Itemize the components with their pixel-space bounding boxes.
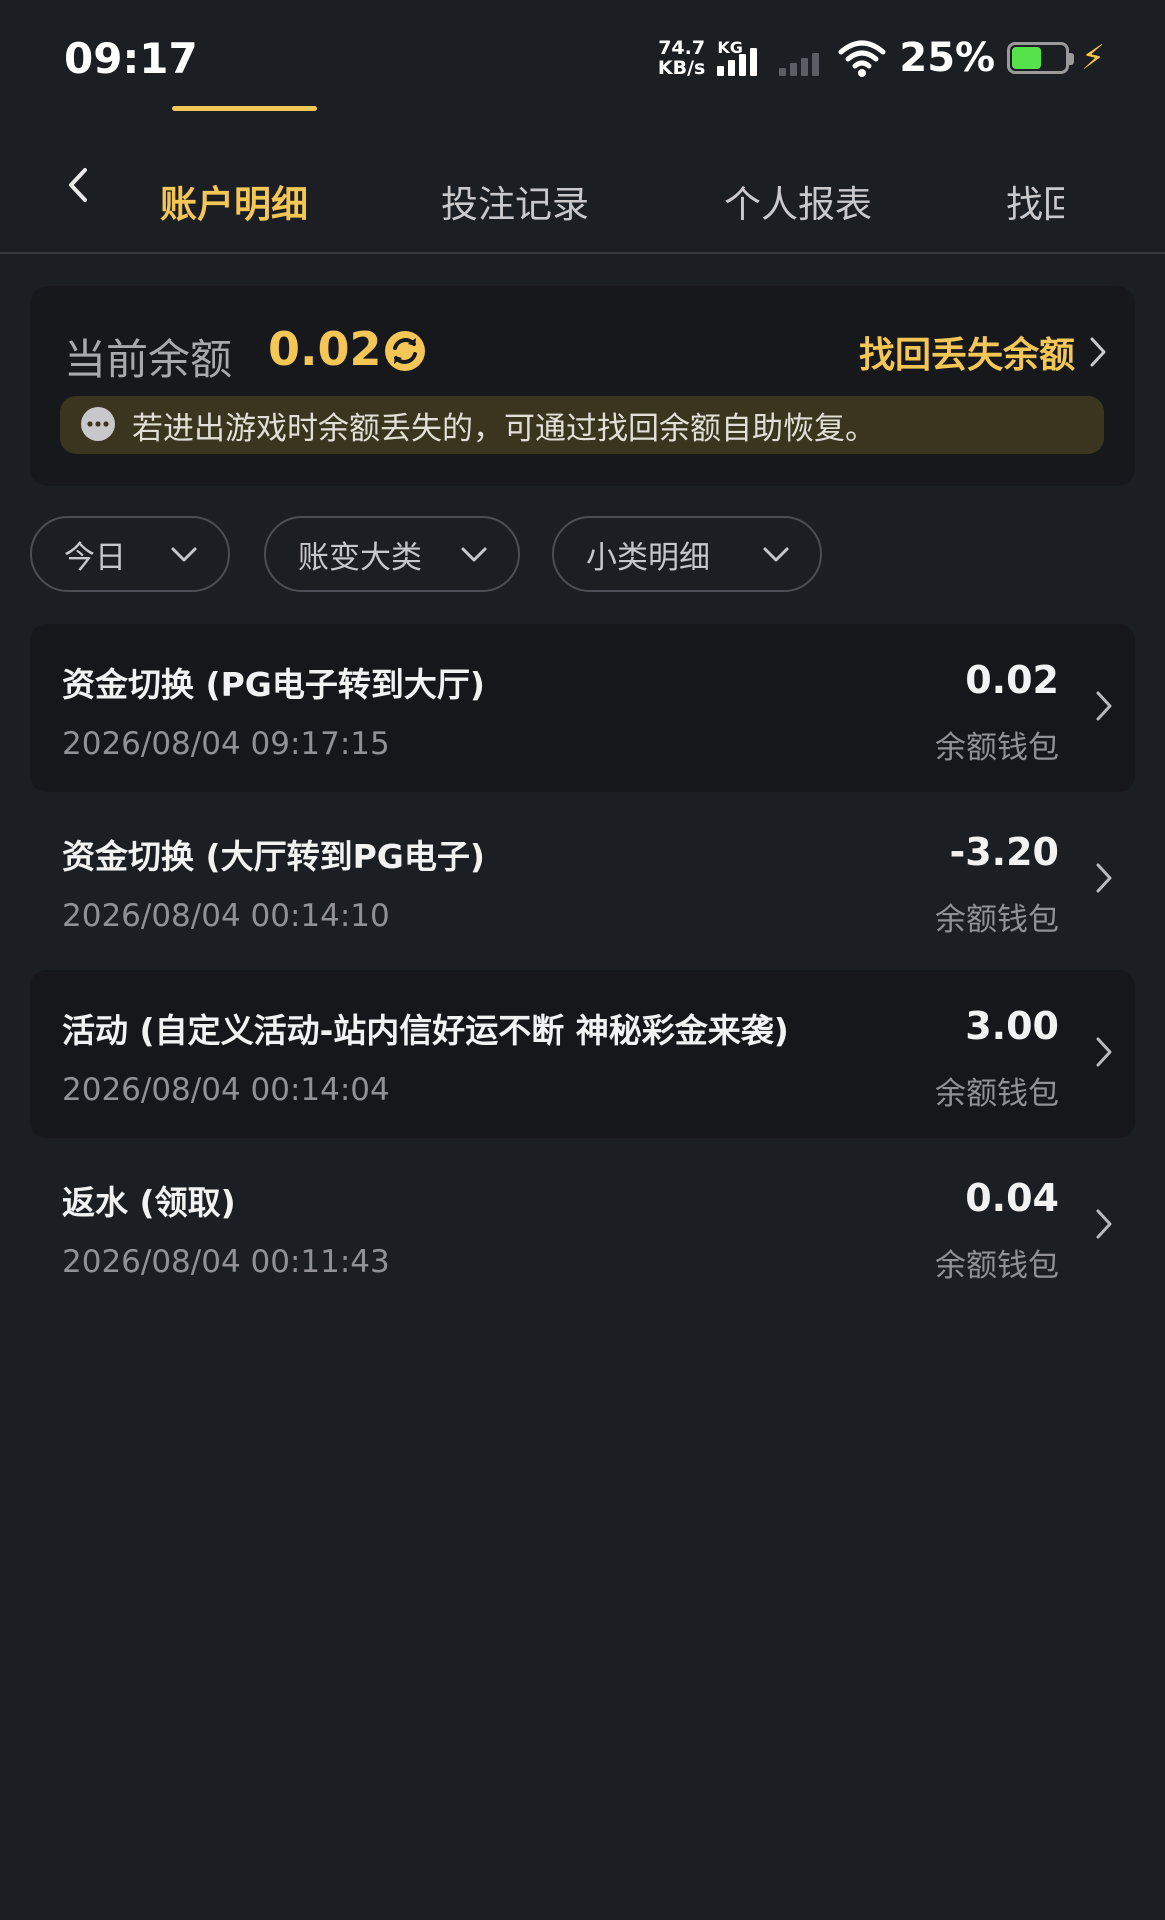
chevron-down-icon (763, 547, 789, 562)
filter-subcategory[interactable]: 小类明细 (552, 516, 822, 592)
charging-icon: ⚡ (1081, 38, 1105, 78)
tab-bet-records[interactable]: 投注记录 (441, 174, 589, 228)
chevron-right-icon (1096, 691, 1112, 721)
record-row[interactable]: 资金切换 (PG电子转到大厅) 2026/08/04 09:17:15 0.02… (30, 624, 1135, 792)
signal-icon: KG (717, 38, 767, 78)
tab-recover[interactable]: 找回 (1006, 174, 1064, 228)
status-time: 09:17 (64, 34, 198, 83)
battery-percent: 25% (899, 35, 996, 81)
refresh-icon[interactable] (382, 328, 428, 374)
record-wallet: 余额钱包 (935, 730, 1059, 766)
record-row[interactable]: 返水 (领取) 2026/08/04 00:11:43 0.04 余额钱包 (30, 1142, 1135, 1310)
signal-secondary-icon (779, 38, 825, 78)
record-title: 活动 (自定义活动-站内信好运不断 神秘彩金来袭) (62, 1011, 789, 1050)
tab-divider (0, 252, 1165, 254)
record-amount: -3.20 (949, 830, 1059, 874)
chevron-right-icon (1090, 337, 1106, 367)
back-icon[interactable] (58, 160, 98, 210)
balance-card: 当前余额 0.02 找回丢失余额 若进出游戏时余额丢失的，可通过找回余额自助恢复… (30, 286, 1135, 486)
network-speed-value: 74.7 (658, 37, 706, 59)
record-amount: 0.04 (965, 1176, 1059, 1220)
recover-balance-label: 找回丢失余额 (858, 335, 1075, 376)
tab-bar: 账户明细 投注记录 个人报表 找回 (0, 140, 1165, 252)
record-wallet: 余额钱包 (935, 1076, 1059, 1112)
network-speed: 74.7 KB/s (658, 38, 705, 78)
chevron-right-icon (1096, 1037, 1112, 1067)
notice-bar: 若进出游戏时余额丢失的，可通过找回余额自助恢复。 (60, 396, 1104, 454)
chevron-right-icon (1096, 863, 1112, 893)
record-row[interactable]: 资金切换 (大厅转到PG电子) 2026/08/04 00:14:10 -3.2… (30, 796, 1135, 964)
record-time: 2026/08/04 00:14:10 (62, 898, 390, 934)
battery-icon (1007, 42, 1075, 74)
battery-level (1012, 47, 1042, 69)
record-wallet: 余额钱包 (935, 1248, 1059, 1284)
recover-balance-link[interactable]: 找回丢失余额 (859, 326, 1107, 378)
balance-label: 当前余额 (64, 335, 233, 384)
record-title: 资金切换 (PG电子转到大厅) (62, 665, 485, 704)
chat-bubble-icon (81, 407, 115, 441)
record-time: 2026/08/04 09:17:15 (62, 726, 390, 762)
filter-category-label: 账变大类 (298, 539, 422, 576)
tab-account-details[interactable]: 账户明细 (160, 174, 308, 228)
filter-subcategory-label: 小类明细 (586, 539, 710, 576)
filter-date[interactable]: 今日 (30, 516, 230, 592)
notice-text: 若进出游戏时余额丢失的，可通过找回余额自助恢复。 (132, 410, 876, 447)
active-tab-indicator (172, 106, 317, 111)
wifi-icon (838, 40, 886, 77)
status-bar: 09:17 74.7 KB/s KG 25% ⚡ (0, 0, 1165, 120)
chevron-right-icon (1096, 1209, 1112, 1239)
filter-category[interactable]: 账变大类 (264, 516, 520, 592)
tab-personal-report[interactable]: 个人报表 (724, 174, 872, 228)
record-title: 资金切换 (大厅转到PG电子) (62, 837, 485, 876)
record-time: 2026/08/04 00:11:43 (62, 1244, 390, 1280)
record-amount: 0.02 (965, 658, 1059, 702)
record-amount: 3.00 (965, 1004, 1059, 1048)
balance-value: 0.02 (268, 322, 382, 376)
filter-date-label: 今日 (64, 539, 126, 576)
network-speed-unit: KB/s (657, 57, 706, 79)
chevron-down-icon (171, 547, 197, 562)
status-icons: 74.7 KB/s KG 25% ⚡ (658, 30, 1105, 86)
chevron-down-icon (461, 547, 487, 562)
record-title: 返水 (领取) (62, 1183, 236, 1222)
record-time: 2026/08/04 00:14:04 (62, 1072, 390, 1108)
record-wallet: 余额钱包 (935, 902, 1059, 938)
record-row[interactable]: 活动 (自定义活动-站内信好运不断 神秘彩金来袭) 2026/08/04 00:… (30, 970, 1135, 1138)
